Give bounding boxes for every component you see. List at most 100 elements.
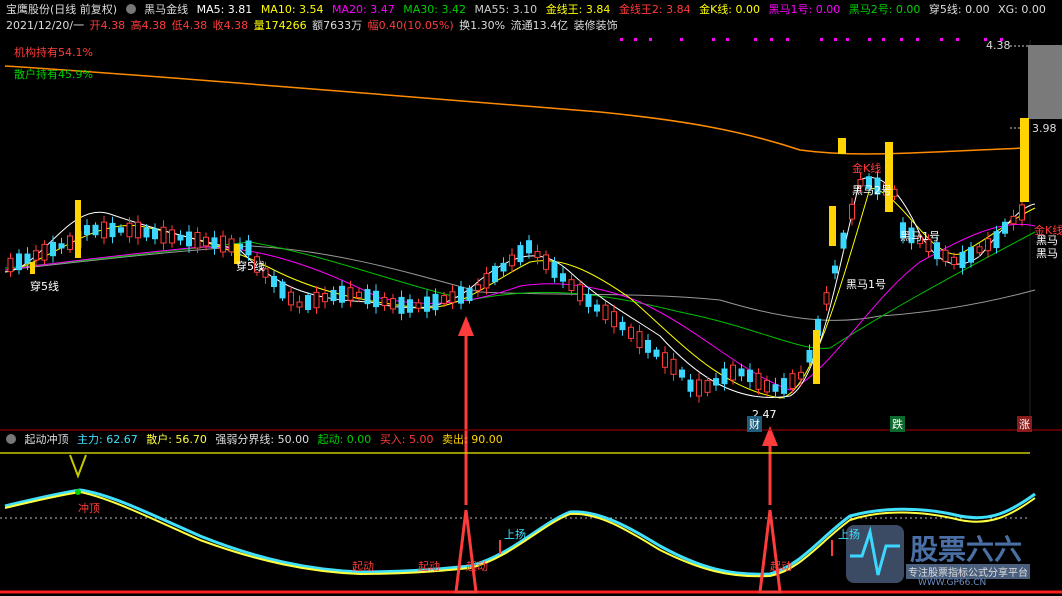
candle-body [364,289,371,305]
candle-body [806,349,813,363]
qidong-label-2: 起动 [418,560,440,573]
signal-dot [649,38,652,41]
candle-body [466,287,473,302]
candle-body [58,243,65,249]
watermark-url: WWW.GP66.CN [918,578,987,588]
candle-body [194,231,201,249]
candle-body [330,289,337,302]
candle-body [16,253,22,271]
ind-name[interactable]: 起动冲顶 [25,433,69,446]
candle-body [203,236,209,247]
candle-body [951,256,957,265]
long-ma-line [4,65,1026,155]
candle-body [772,384,779,392]
candle-body [500,262,507,272]
cross5-label-2: 穿5线 [236,260,265,273]
buy-spikes [75,489,833,594]
candle-body [177,234,184,241]
qidong-label-4: 起动 [770,560,792,573]
candle-body [92,224,99,236]
signal-dot [882,38,885,41]
candle-body [356,291,362,298]
candle-body [407,299,413,313]
chongding-label: 冲顶 [78,502,100,515]
candle-body [509,254,515,267]
candle-body [840,232,847,249]
candle-body [33,250,39,261]
candle-body [373,290,379,308]
candle-body [738,368,745,377]
ind-line: 强弱分界线: 50.00 [215,433,310,446]
candle-body [517,245,524,263]
ind-main: 主力: 62.67 [77,433,138,446]
candle-body [628,326,634,339]
candle-body [449,291,456,303]
candle-body [832,265,838,274]
candle-body [126,222,133,238]
candle-body [41,243,48,261]
signal-dot [770,38,773,41]
signal-dot [956,38,959,41]
candle-body [713,378,719,386]
candle-body [849,203,855,220]
candle-body [50,241,56,257]
ind-sell: 卖出: 90.00 [442,433,503,446]
shangyang-label-2: 上扬 [838,528,860,541]
kline-chart[interactable] [0,0,1062,596]
candle-body [84,225,90,235]
signal-dot [712,38,715,41]
candle-body [135,221,141,239]
signal-dot [834,38,837,41]
candle-body [186,231,192,247]
candle-body [279,281,286,299]
buy-arrows [458,316,778,505]
candle-body [67,235,73,250]
candle-body [305,295,311,311]
candle-body [594,304,600,312]
chongding-v-marker [69,454,87,479]
ind-buy: 买入: 5.00 [379,433,434,446]
candle-body [475,284,481,291]
candle-body [271,275,277,288]
candle-body [152,228,158,240]
candle-body [526,240,532,254]
signal-dot [620,38,623,41]
candle-body [823,292,830,305]
retail-holding-label: 散户持有45.9% [14,68,93,81]
cai-marker: 财 [747,416,762,432]
candle-body [432,293,439,311]
candle-body [245,240,252,256]
candle-body [390,298,396,310]
candle-body [653,349,660,357]
candle-body [704,380,711,393]
candle-body [143,227,150,238]
qidong-label-3: 起动 [466,560,488,573]
candle-body [415,302,422,309]
candle-body [398,296,405,314]
watermark-title: 股票六六 [910,533,1023,566]
dropdown-icon[interactable] [6,434,16,444]
candle-body [942,249,949,262]
candle-body [679,369,685,378]
candle-body [288,291,294,306]
candle-body [585,293,592,307]
candle-body [1002,221,1008,234]
cross5-label-1: 穿5线 [30,280,59,293]
signal-dot [786,38,789,41]
candle-body [322,292,328,303]
candle-body [636,331,643,349]
candle-body [602,304,609,321]
jinK-label-1: 金K线 [852,162,882,175]
candle-body [968,247,974,263]
heima2-label: 黑马2号 [852,184,892,197]
candle-body [313,291,320,309]
candle-body [101,221,107,239]
candle-body [764,379,770,393]
signal-dot [940,38,943,41]
candle-body [160,226,167,244]
candle-body [1010,215,1017,225]
signal-dot [634,38,637,41]
candle-body [747,369,753,383]
heima1-label-2: 黑马1号 [900,230,940,243]
signal-dot [900,38,903,41]
